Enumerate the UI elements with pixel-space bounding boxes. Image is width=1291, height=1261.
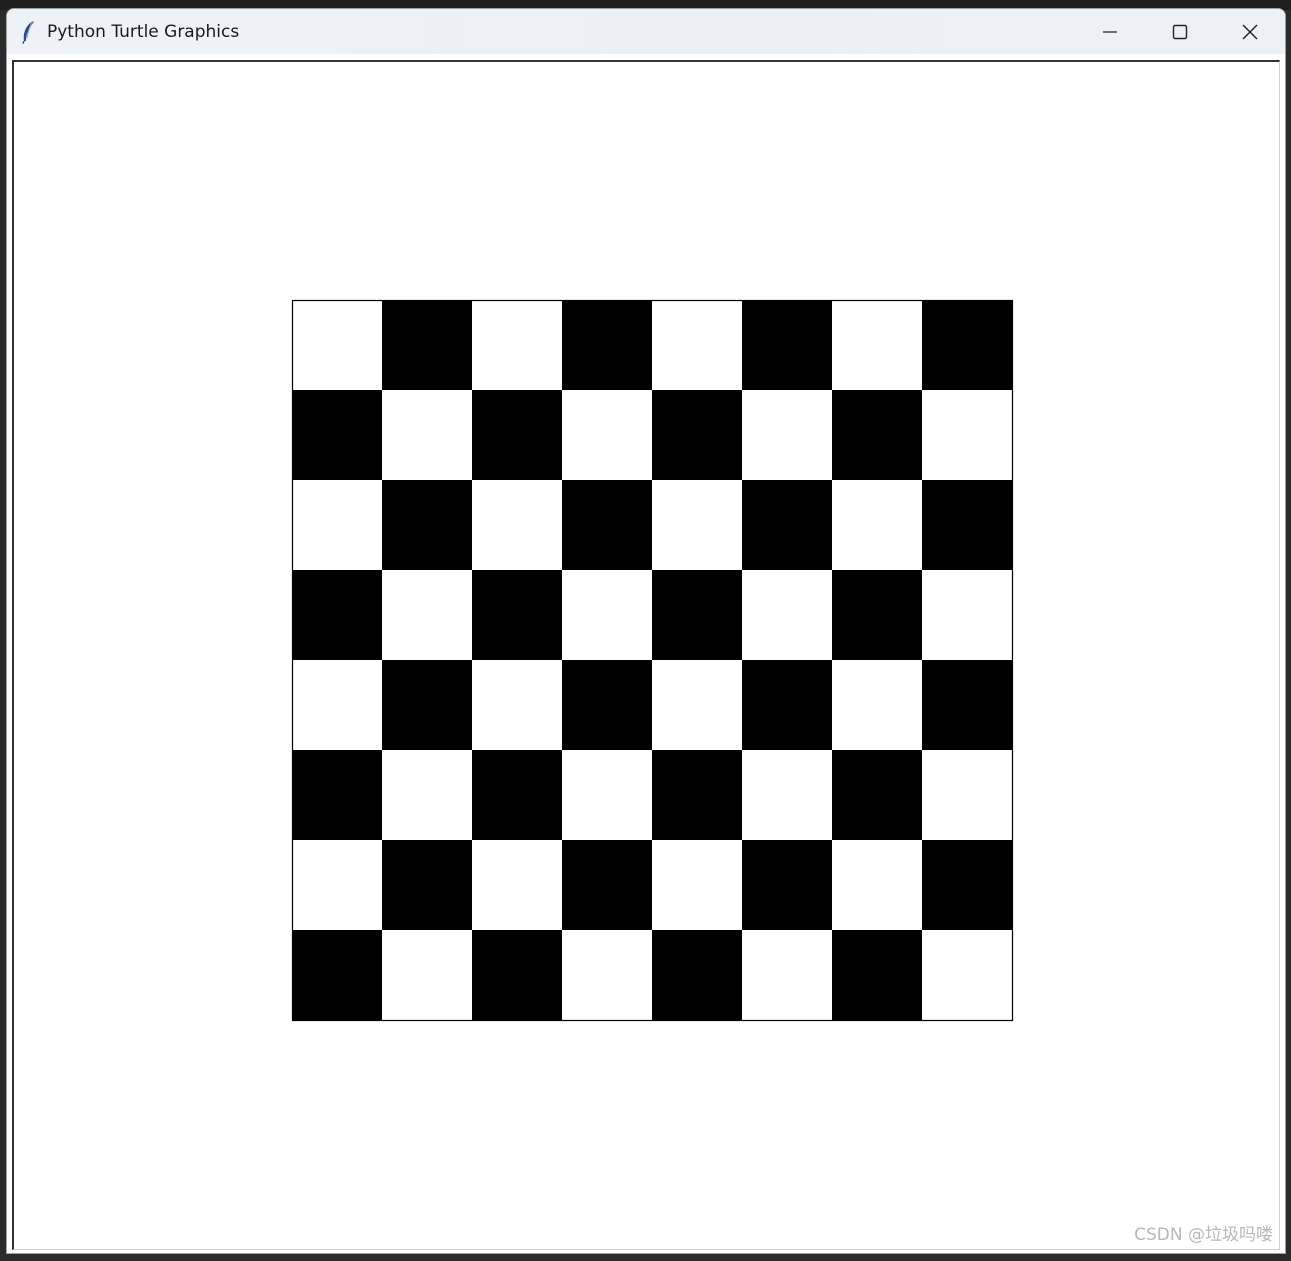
dark-square bbox=[382, 660, 472, 750]
close-icon bbox=[1242, 24, 1258, 39]
dark-square bbox=[922, 300, 1012, 390]
dark-square bbox=[472, 390, 562, 480]
maximize-button[interactable] bbox=[1145, 9, 1215, 54]
chessboard bbox=[291, 299, 1014, 1022]
light-square bbox=[922, 750, 1012, 840]
light-square bbox=[922, 930, 1012, 1020]
dark-square bbox=[292, 750, 382, 840]
dark-square bbox=[562, 300, 652, 390]
light-square bbox=[832, 660, 922, 750]
minimize-icon bbox=[1103, 30, 1117, 33]
dark-square bbox=[562, 660, 652, 750]
dark-square bbox=[832, 930, 922, 1020]
light-square bbox=[472, 660, 562, 750]
light-square bbox=[742, 570, 832, 660]
title-bar[interactable]: Python Turtle Graphics bbox=[7, 9, 1285, 54]
feather-icon bbox=[21, 20, 37, 44]
dark-square bbox=[652, 390, 742, 480]
dark-square bbox=[472, 930, 562, 1020]
light-square bbox=[292, 660, 382, 750]
light-square bbox=[652, 840, 742, 930]
caption-buttons bbox=[1075, 9, 1285, 54]
light-square bbox=[382, 570, 472, 660]
light-square bbox=[472, 300, 562, 390]
dark-square bbox=[922, 840, 1012, 930]
dark-square bbox=[832, 570, 922, 660]
close-button[interactable] bbox=[1215, 9, 1285, 54]
light-square bbox=[742, 750, 832, 840]
window-title: Python Turtle Graphics bbox=[47, 21, 240, 42]
light-square bbox=[922, 570, 1012, 660]
dark-square bbox=[652, 750, 742, 840]
dark-square bbox=[742, 840, 832, 930]
light-square bbox=[382, 930, 472, 1020]
dark-square bbox=[292, 390, 382, 480]
light-square bbox=[472, 480, 562, 570]
light-square bbox=[832, 480, 922, 570]
dark-square bbox=[562, 480, 652, 570]
light-square bbox=[292, 300, 382, 390]
dark-square bbox=[382, 840, 472, 930]
light-square bbox=[292, 840, 382, 930]
dark-square bbox=[472, 750, 562, 840]
dark-square bbox=[742, 480, 832, 570]
turtle-window: Python Turtle Graphics CSDN @垃圾吗喽 bbox=[6, 8, 1286, 1254]
light-square bbox=[832, 840, 922, 930]
light-square bbox=[382, 750, 472, 840]
light-square bbox=[382, 390, 472, 480]
light-square bbox=[562, 930, 652, 1020]
dark-square bbox=[652, 930, 742, 1020]
light-square bbox=[832, 300, 922, 390]
dark-square bbox=[382, 480, 472, 570]
light-square bbox=[652, 300, 742, 390]
turtle-canvas[interactable] bbox=[12, 60, 1280, 1250]
minimize-button[interactable] bbox=[1075, 9, 1145, 54]
watermark: CSDN @垃圾吗喽 bbox=[1134, 1225, 1273, 1245]
light-square bbox=[562, 390, 652, 480]
dark-square bbox=[562, 840, 652, 930]
light-square bbox=[922, 390, 1012, 480]
light-square bbox=[292, 480, 382, 570]
light-square bbox=[652, 660, 742, 750]
dark-square bbox=[922, 660, 1012, 750]
dark-square bbox=[742, 660, 832, 750]
light-square bbox=[472, 840, 562, 930]
dark-square bbox=[832, 750, 922, 840]
dark-square bbox=[292, 570, 382, 660]
maximize-icon bbox=[1172, 24, 1188, 39]
light-square bbox=[562, 750, 652, 840]
light-square bbox=[742, 390, 832, 480]
dark-square bbox=[472, 570, 562, 660]
dark-square bbox=[742, 300, 832, 390]
dark-square bbox=[832, 390, 922, 480]
dark-square bbox=[382, 300, 472, 390]
light-square bbox=[562, 570, 652, 660]
dark-square bbox=[652, 570, 742, 660]
dark-square bbox=[292, 930, 382, 1020]
light-square bbox=[652, 480, 742, 570]
light-square bbox=[742, 930, 832, 1020]
dark-square bbox=[922, 480, 1012, 570]
